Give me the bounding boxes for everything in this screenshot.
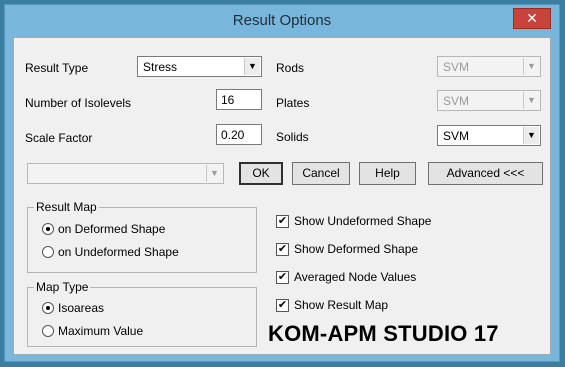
- averaged-node-values-checkbox[interactable]: ✔: [276, 271, 289, 284]
- show-undeformed-shape-label[interactable]: Show Undeformed Shape: [294, 214, 431, 228]
- preset-select: ▼: [27, 163, 224, 184]
- scale-factor-label: Scale Factor: [25, 131, 93, 145]
- result-map-group: Result Map on Deformed Shape on Undeform…: [27, 200, 257, 273]
- check-icon: ✔: [277, 271, 288, 283]
- rods-value: SVM: [443, 60, 470, 74]
- isolevels-input[interactable]: 16: [216, 89, 262, 110]
- plates-value: SVM: [443, 94, 470, 108]
- result-type-label: Result Type: [25, 61, 89, 75]
- radio-maximum-value[interactable]: [42, 325, 54, 337]
- help-button[interactable]: Help: [359, 162, 416, 185]
- check-icon: ✔: [277, 299, 288, 311]
- radio-deformed-shape-label[interactable]: on Deformed Shape: [58, 222, 165, 236]
- rods-select: SVM ▼: [437, 56, 541, 77]
- result-type-select[interactable]: Stress ▼: [137, 56, 262, 77]
- radio-deformed-shape[interactable]: [42, 223, 54, 235]
- show-result-map-label[interactable]: Show Result Map: [294, 298, 388, 312]
- isolevels-label: Number of Isolevels: [25, 96, 132, 110]
- cancel-button[interactable]: Cancel: [292, 162, 350, 185]
- rods-label: Rods: [276, 61, 305, 75]
- chevron-down-icon[interactable]: ▼: [244, 58, 260, 75]
- advanced-button[interactable]: Advanced <<<: [428, 162, 543, 185]
- check-icon: ✔: [277, 243, 288, 255]
- chevron-down-icon: ▼: [523, 92, 539, 109]
- show-undeformed-shape-checkbox[interactable]: ✔: [276, 215, 289, 228]
- map-type-group: Map Type Isoareas Maximum Value: [27, 280, 257, 347]
- plates-select: SVM ▼: [437, 90, 541, 111]
- solids-select[interactable]: SVM ▼: [437, 125, 541, 146]
- title-bar[interactable]: Result Options ✕: [5, 5, 559, 37]
- radio-undeformed-shape[interactable]: [42, 246, 54, 258]
- dialog-body: Result Type Stress ▼ Rods SVM ▼ Number o…: [13, 37, 551, 355]
- brand-caption: KOM-APM STUDIO 17: [268, 321, 499, 346]
- solids-value: SVM: [443, 129, 470, 143]
- result-type-value: Stress: [143, 60, 178, 74]
- averaged-node-values-label[interactable]: Averaged Node Values: [294, 270, 416, 284]
- close-button[interactable]: ✕: [513, 8, 551, 29]
- result-options-dialog: Result Options ✕ Result Type Stress ▼ Ro…: [4, 4, 560, 362]
- plates-label: Plates: [276, 96, 310, 110]
- check-icon: ✔: [277, 215, 288, 227]
- ok-button[interactable]: OK: [239, 162, 283, 185]
- window-title: Result Options: [232, 12, 332, 29]
- show-result-map-checkbox[interactable]: ✔: [276, 299, 289, 312]
- scale-factor-input[interactable]: 0.20: [216, 124, 262, 145]
- show-deformed-shape-label[interactable]: Show Deformed Shape: [294, 242, 418, 256]
- show-deformed-shape-checkbox[interactable]: ✔: [276, 243, 289, 256]
- chevron-down-icon: ▼: [206, 165, 222, 182]
- solids-label: Solids: [276, 130, 309, 144]
- result-map-title: Result Map: [34, 200, 99, 214]
- close-icon: ✕: [526, 10, 538, 26]
- radio-maximum-value-label[interactable]: Maximum Value: [58, 324, 143, 338]
- chevron-down-icon[interactable]: ▼: [523, 127, 539, 144]
- radio-isoareas[interactable]: [42, 302, 54, 314]
- map-type-title: Map Type: [34, 280, 91, 294]
- radio-undeformed-shape-label[interactable]: on Undeformed Shape: [58, 245, 179, 259]
- chevron-down-icon: ▼: [523, 58, 539, 75]
- radio-isoareas-label[interactable]: Isoareas: [58, 301, 104, 315]
